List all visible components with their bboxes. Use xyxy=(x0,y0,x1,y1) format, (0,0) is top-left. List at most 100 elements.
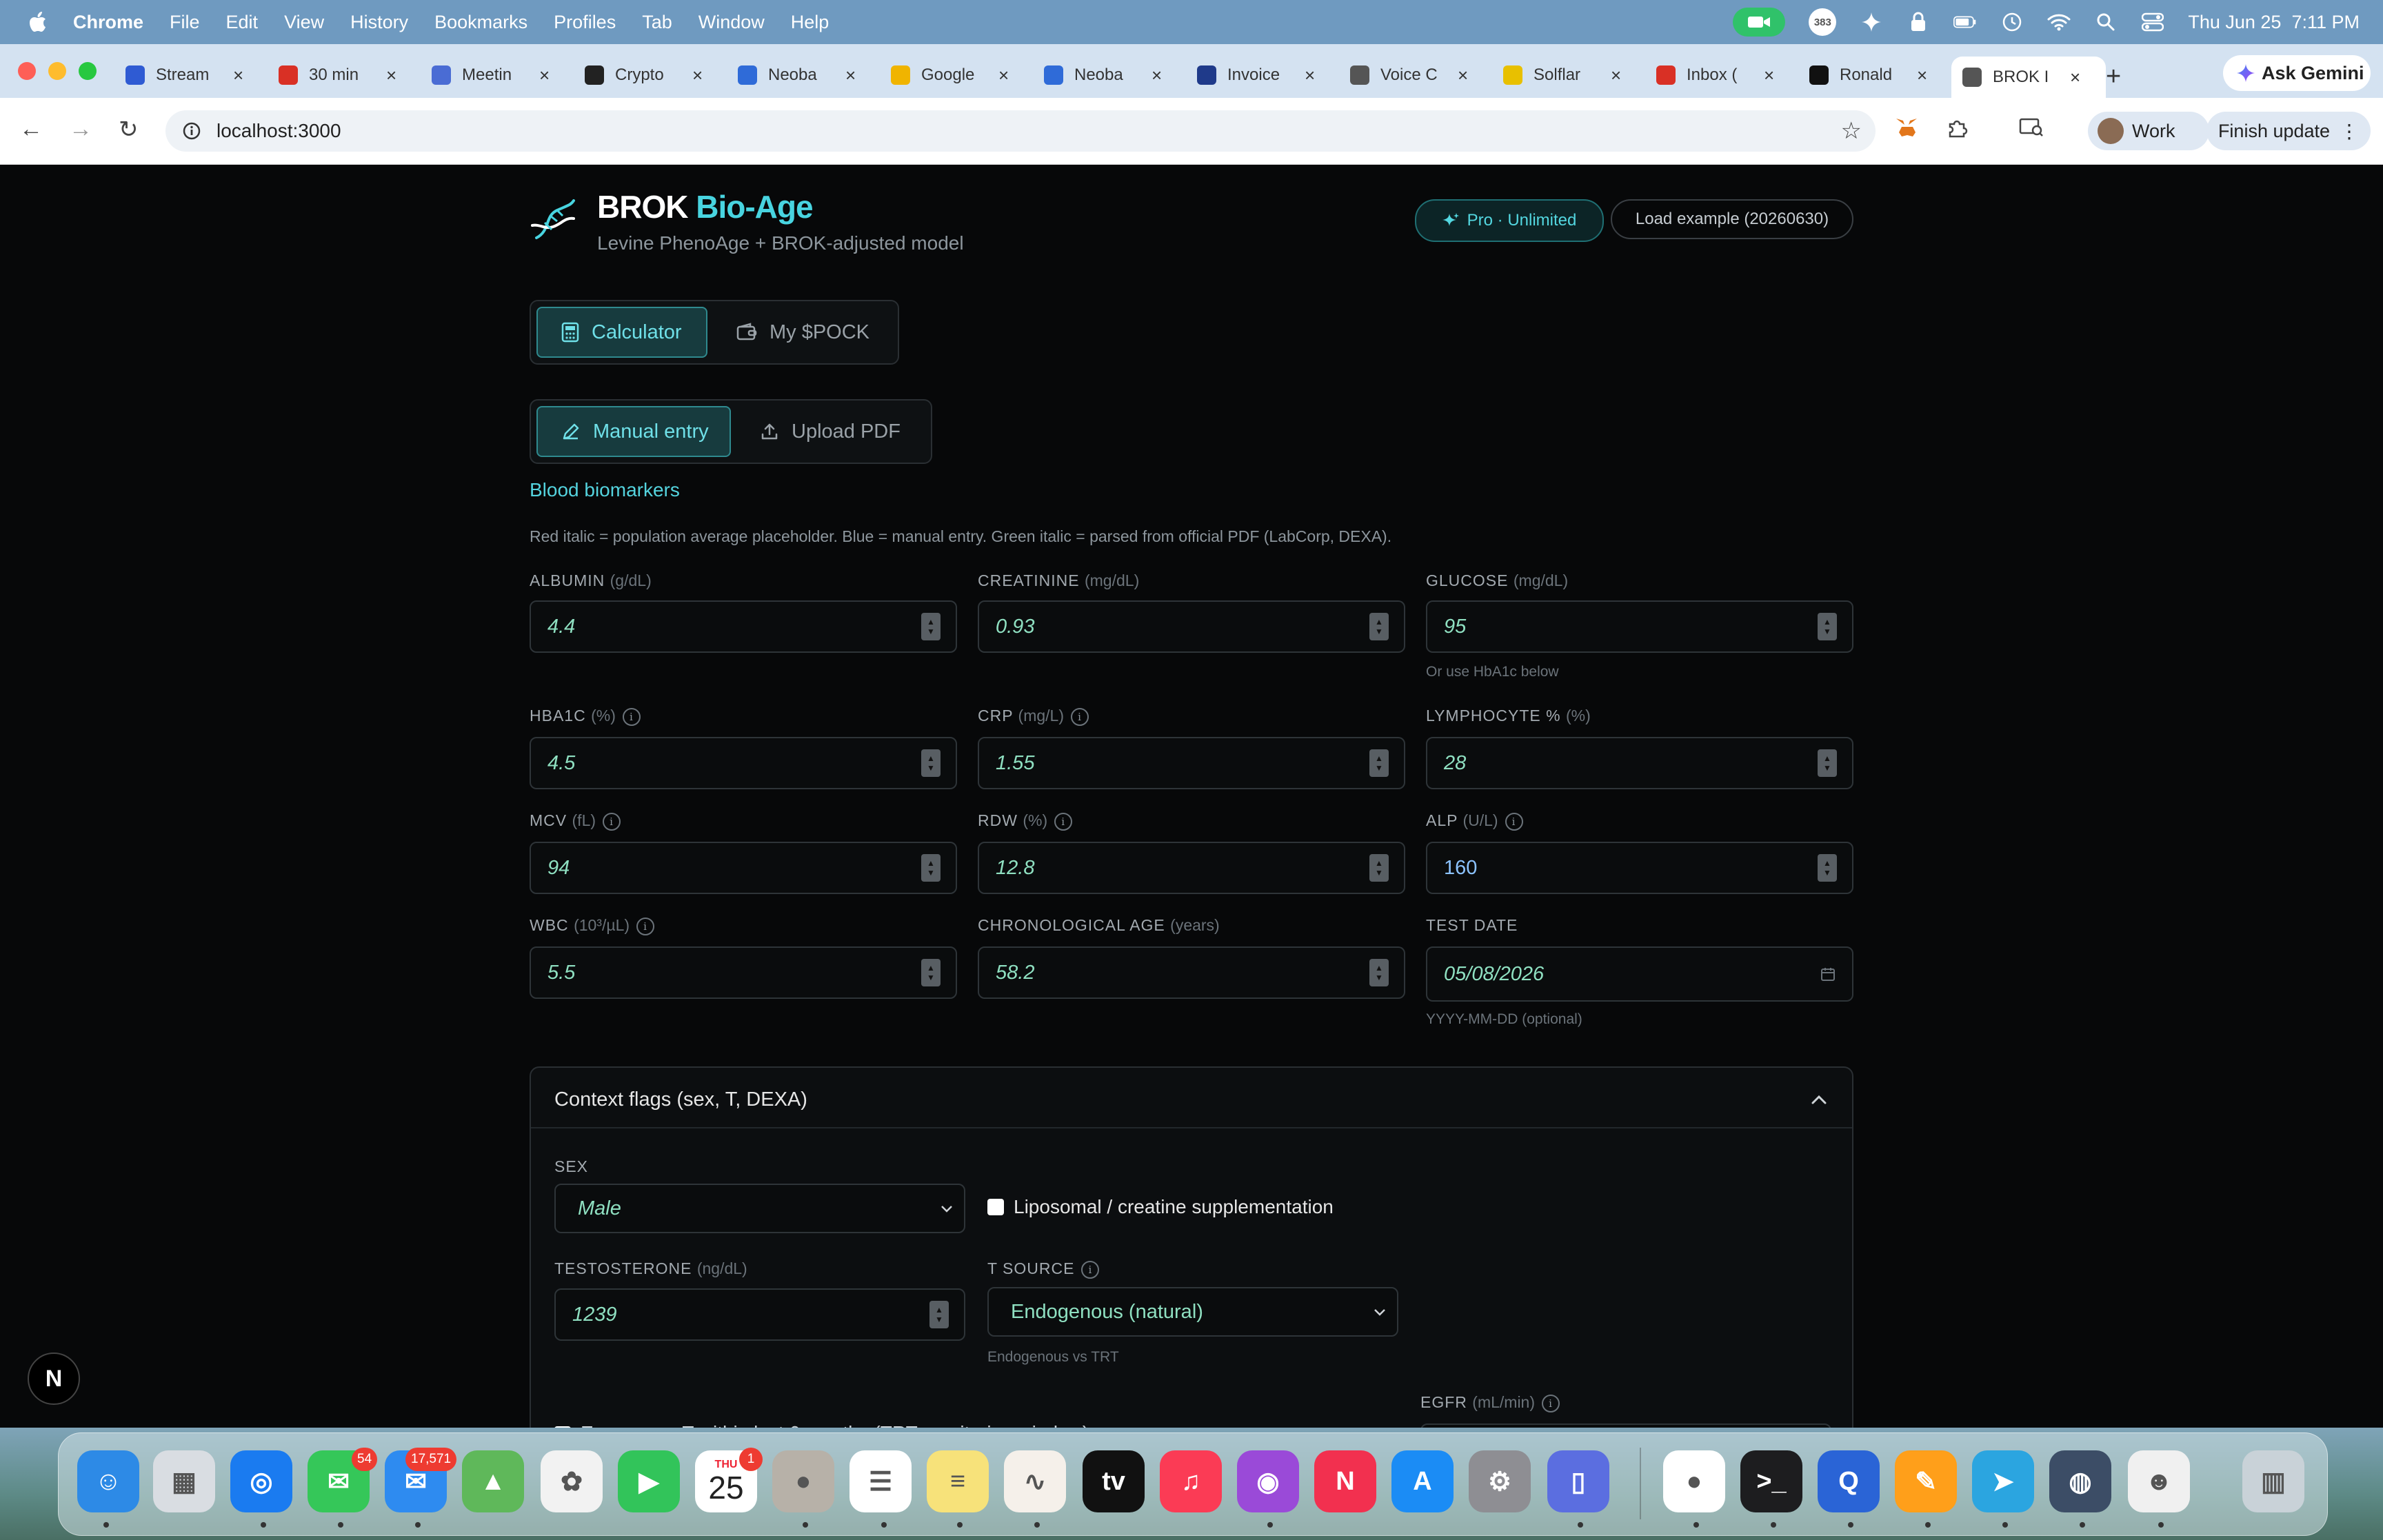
wbc-input[interactable]: 5.5 ▲ ▼ xyxy=(530,946,957,999)
spinner-icon[interactable]: ▲ ▼ xyxy=(1369,854,1389,882)
liposomal-label[interactable]: Liposomal / creatine supplementation xyxy=(1014,1196,1334,1218)
glucose-input[interactable]: 95 ▲ ▼ xyxy=(1426,600,1853,653)
info-icon[interactable]: i xyxy=(1081,1260,1100,1279)
menu-tab[interactable]: Tab xyxy=(642,12,672,33)
nextjs-dev-indicator-icon[interactable]: N xyxy=(28,1352,80,1405)
window-minimize-button[interactable] xyxy=(48,62,66,80)
notification-count-icon[interactable]: 383 xyxy=(1809,8,1837,36)
sex-select[interactable]: Male xyxy=(554,1184,965,1233)
browser-tab[interactable]: Neoba × xyxy=(738,57,856,94)
gemini-spark-icon[interactable] xyxy=(1860,10,1883,34)
disk-utility-icon[interactable]: ◍ xyxy=(2049,1450,2111,1512)
creatinine-value[interactable]: 0.93 xyxy=(979,616,1369,638)
finder-icon[interactable]: ☺ xyxy=(77,1450,139,1512)
tab-close-icon[interactable]: × xyxy=(233,65,243,86)
trash-icon[interactable]: ▥ xyxy=(2242,1450,2304,1512)
info-icon[interactable]: i xyxy=(1054,812,1073,831)
bookmark-star-icon[interactable]: ☆ xyxy=(1841,117,1862,145)
forward-arrow-icon[interactable]: → xyxy=(69,116,92,143)
tab-close-icon[interactable]: × xyxy=(539,65,550,86)
liposomal-checkbox[interactable] xyxy=(987,1199,1004,1215)
photos-icon[interactable]: ✿ xyxy=(541,1450,603,1512)
menu-profiles[interactable]: Profiles xyxy=(554,12,616,33)
browser-tab[interactable]: Solflar × xyxy=(1503,57,1621,94)
rdw-value[interactable]: 12.8 xyxy=(979,857,1369,880)
control-center-icon[interactable] xyxy=(2141,10,2164,34)
calendar-picker-icon[interactable] xyxy=(1820,966,1836,982)
testosterone-value[interactable]: 1239 xyxy=(556,1304,929,1326)
music-icon[interactable]: ♫ xyxy=(1160,1450,1222,1512)
menu-window[interactable]: Window xyxy=(698,12,765,33)
menu-history[interactable]: History xyxy=(350,12,408,33)
alp-value[interactable]: 160 xyxy=(1427,857,1818,880)
lymphocyte-value[interactable]: 28 xyxy=(1427,752,1818,775)
creatinine-input[interactable]: 0.93 ▲ ▼ xyxy=(978,600,1405,653)
avatar-app-icon[interactable]: ☻ xyxy=(2128,1450,2190,1512)
tab-close-icon[interactable]: × xyxy=(1764,65,1774,86)
contacts-icon[interactable]: ● xyxy=(772,1450,834,1512)
browser-tab[interactable]: Ronald × xyxy=(1809,57,1927,94)
context-flags-toggle[interactable]: Context flags (sex, T, DEXA) xyxy=(554,1088,807,1111)
wallet-tab[interactable]: My $POCK xyxy=(716,307,892,358)
extensions-puzzle-icon[interactable] xyxy=(1946,117,1968,145)
maps-icon[interactable]: ▲ xyxy=(462,1450,524,1512)
tab-close-icon[interactable]: × xyxy=(845,65,856,86)
profile-lock-icon[interactable] xyxy=(1907,10,1930,34)
spinner-icon[interactable]: ▲ ▼ xyxy=(1369,613,1389,640)
tab-close-icon[interactable]: × xyxy=(1458,65,1468,86)
browser-tab[interactable]: Crypto × xyxy=(585,57,703,94)
spinner-icon[interactable]: ▲ ▼ xyxy=(921,749,941,777)
info-icon[interactable]: i xyxy=(1071,707,1089,726)
rdw-input[interactable]: 12.8 ▲ ▼ xyxy=(978,842,1405,894)
apple-menu-icon[interactable] xyxy=(28,10,48,34)
info-icon[interactable]: i xyxy=(622,707,641,726)
menubar-clock[interactable]: Thu Jun 25 7:11 PM xyxy=(2188,12,2360,33)
browser-tab[interactable]: BROK I × xyxy=(1951,57,2106,98)
exogenous-t-label[interactable]: Exogenous T within last 6 months (TRT mo… xyxy=(581,1422,1089,1428)
test-date-value[interactable]: 05/08/2026 xyxy=(1427,963,1820,986)
back-arrow-icon[interactable]: ← xyxy=(19,116,43,143)
mcv-input[interactable]: 94 ▲ ▼ xyxy=(530,842,957,894)
menu-edit[interactable]: Edit xyxy=(226,12,259,33)
browser-tab[interactable]: Neoba × xyxy=(1044,57,1162,94)
reload-icon[interactable]: ↻ xyxy=(119,116,139,143)
url-text[interactable]: localhost:3000 xyxy=(217,120,341,142)
freeform-icon[interactable]: ∿ xyxy=(1004,1450,1066,1512)
spinner-icon[interactable]: ▲ ▼ xyxy=(1369,959,1389,986)
new-tab-button[interactable]: + xyxy=(2106,62,2121,92)
browser-tab[interactable]: Meetin × xyxy=(432,57,550,94)
finish-update-button[interactable]: Finish update ⋮ xyxy=(2206,112,2371,150)
browser-tab[interactable]: 30 min × xyxy=(279,57,396,94)
spinner-icon[interactable]: ▲ ▼ xyxy=(929,1301,949,1328)
reminders-icon[interactable]: ☰ xyxy=(849,1450,912,1512)
albumin-value[interactable]: 4.4 xyxy=(531,616,921,638)
browser-tab[interactable]: Stream × xyxy=(125,57,243,94)
alp-input[interactable]: 160 ▲ ▼ xyxy=(1426,842,1853,894)
albumin-input[interactable]: 4.4 ▲ ▼ xyxy=(530,600,957,653)
browser-tab[interactable]: Invoice × xyxy=(1197,57,1315,94)
chevron-up-icon[interactable] xyxy=(1811,1088,1827,1110)
menu-file[interactable]: File xyxy=(170,12,200,33)
spinner-icon[interactable]: ▲ ▼ xyxy=(921,959,941,986)
battery-icon[interactable] xyxy=(1953,10,1977,34)
crp-value[interactable]: 1.55 xyxy=(979,752,1369,775)
mcv-value[interactable]: 94 xyxy=(531,857,921,880)
chrono-age-value[interactable]: 58.2 xyxy=(979,962,1369,984)
metamask-fox-icon[interactable] xyxy=(1895,117,1918,145)
info-icon[interactable]: i xyxy=(1505,812,1523,831)
facetime-icon[interactable]: ▶ xyxy=(618,1450,680,1512)
site-info-icon[interactable] xyxy=(182,121,201,141)
side-panel-search-icon[interactable] xyxy=(2019,117,2044,143)
app-store-icon[interactable]: A xyxy=(1391,1450,1454,1512)
address-bar[interactable]: localhost:3000 ☆ xyxy=(165,110,1876,152)
spinner-icon[interactable]: ▲ ▼ xyxy=(921,854,941,882)
hba1c-value[interactable]: 4.5 xyxy=(531,752,921,775)
browser-tab[interactable]: Inbox (× xyxy=(1656,57,1774,94)
menu-app-name[interactable]: Chrome xyxy=(73,12,143,33)
tab-close-icon[interactable]: × xyxy=(692,65,703,86)
tab-close-icon[interactable]: × xyxy=(1152,65,1162,86)
wifi-icon[interactable] xyxy=(2047,10,2071,34)
crp-input[interactable]: 1.55 ▲ ▼ xyxy=(978,737,1405,789)
tab-close-icon[interactable]: × xyxy=(1305,65,1315,86)
profile-work-button[interactable]: Work xyxy=(2088,112,2209,150)
